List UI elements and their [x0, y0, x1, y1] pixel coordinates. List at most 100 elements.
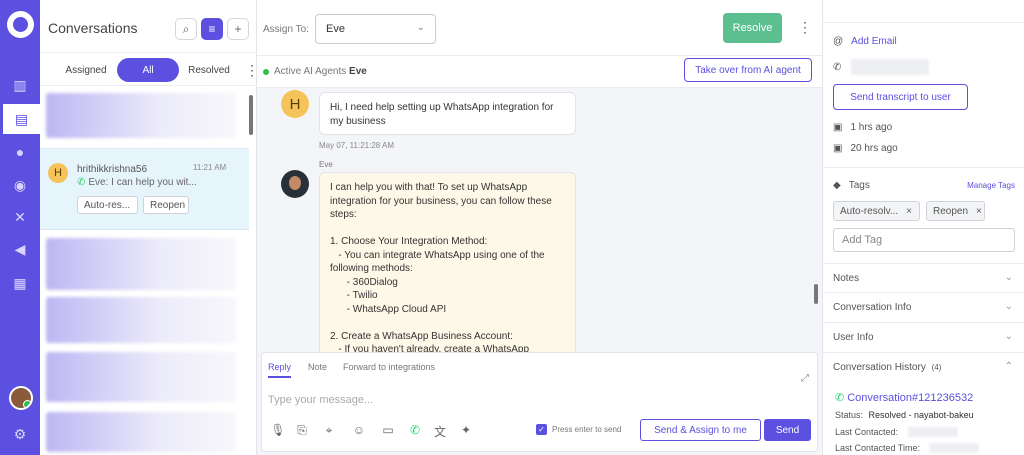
chevron-down-icon[interactable]: ⌄	[1005, 301, 1013, 312]
status-label: Status:	[835, 410, 864, 420]
list-item[interactable]	[46, 93, 236, 138]
conversation-info-section[interactable]: Conversation Info ⌄	[823, 292, 1024, 322]
section-title: User Info	[833, 332, 874, 343]
send-button[interactable]: Send	[764, 419, 811, 441]
assign-label: Assign To:	[263, 24, 309, 35]
close-icon[interactable]: ×	[976, 206, 982, 217]
at-icon: @	[833, 36, 844, 47]
notes-section[interactable]: Notes ⌄	[823, 263, 1024, 293]
status-dot	[263, 69, 269, 75]
chat-scrollbar[interactable]	[814, 284, 818, 304]
conversation-tabs: Assigned All Resolved ⋮	[40, 52, 259, 86]
emoji-icon[interactable]: ☺	[351, 423, 367, 437]
message-timestamp: May 07, 11:21:28 AM	[319, 141, 395, 150]
tag-icon: ◆	[833, 180, 841, 191]
active-agent-name: Eve	[349, 66, 367, 77]
history-count: (4)	[931, 363, 942, 372]
whatsapp-icon: ✆	[77, 177, 86, 188]
section-title: Conversation Info	[833, 302, 912, 313]
chevron-up-icon[interactable]: ⌃	[1005, 361, 1013, 372]
active-agents-label: Active AI Agents	[274, 66, 347, 77]
last-contacted-label: Last Contacted:	[835, 427, 899, 437]
tag-chip: Reopen ×	[926, 201, 985, 221]
tab-resolved[interactable]: Resolved	[181, 58, 237, 82]
user-info-section[interactable]: User Info ⌄	[823, 322, 1024, 352]
close-icon[interactable]: ×	[906, 206, 912, 217]
more-icon[interactable]: ⋮	[798, 19, 812, 36]
resolve-button[interactable]: Resolve	[723, 13, 782, 43]
list-item[interactable]	[46, 297, 236, 343]
message-preview: Eve: I can help you wit...	[88, 177, 197, 188]
avatar: H	[281, 90, 309, 118]
chat-header: Assign To: Eve ⌄ Resolve ⋮	[257, 0, 822, 56]
integrations-icon[interactable]: ✕	[11, 208, 29, 226]
page-title: Conversations	[48, 20, 138, 36]
microphone-icon[interactable]: 🎙	[270, 423, 286, 437]
list-item[interactable]	[46, 412, 236, 452]
last-contacted-value	[908, 427, 958, 437]
user-avatar[interactable]	[9, 386, 33, 410]
assignee-value: Eve	[326, 23, 345, 35]
list-scrollbar[interactable]	[249, 95, 253, 135]
conversation-list-panel: Conversations ⌕ ≡ + Assigned All Resolve…	[40, 0, 259, 455]
send-transcript-button[interactable]: Send transcript to user	[833, 84, 968, 110]
list-item[interactable]	[46, 352, 236, 402]
logo-icon[interactable]	[7, 11, 34, 38]
send-assign-button[interactable]: Send & Assign to me	[640, 419, 761, 441]
nav-rail: ▥ ▤ ● ◉ ✕ ◀ ▦ ⚙	[0, 0, 40, 455]
canned-response-icon[interactable]: ▭	[380, 423, 396, 437]
last-contacted-time-label: Last Contacted Time:	[835, 443, 921, 453]
expand-icon[interactable]: ⤢	[801, 373, 809, 384]
add-icon[interactable]: +	[227, 18, 249, 40]
add-email-link[interactable]: Add Email	[851, 36, 897, 47]
tab-note[interactable]: Note	[308, 362, 327, 372]
translate-icon[interactable]: 文	[432, 423, 448, 440]
user-message: Hi, I need help setting up WhatsApp inte…	[319, 92, 576, 135]
active-agents-bar: Active AI Agents Eve Take over from AI a…	[257, 56, 822, 88]
agent-avatar	[281, 170, 309, 198]
attachment-icon[interactable]: ⎘	[294, 423, 310, 438]
assignee-select[interactable]: Eve ⌄	[315, 14, 436, 44]
takeover-button[interactable]: Take over from AI agent	[684, 58, 812, 82]
phone-icon: ✆	[833, 62, 842, 73]
whatsapp-icon: ✆	[835, 392, 845, 404]
gear-icon[interactable]: ⚙	[11, 425, 29, 443]
tag-label: Auto-resolv...	[840, 205, 899, 217]
tab-forward[interactable]: Forward to integrations	[343, 362, 435, 372]
contacts-icon[interactable]: ●	[11, 143, 29, 161]
campaigns-icon[interactable]: ◀	[11, 240, 29, 258]
list-item-selected[interactable]: H hrithikkrishna56 11:21 AM ✆ Eve: I can…	[40, 148, 249, 230]
manage-tags-link[interactable]: Manage Tags	[967, 181, 1015, 190]
message-sender: Eve	[319, 160, 333, 169]
tab-all[interactable]: All	[117, 58, 179, 82]
last-seen-time: 20 hrs ago	[850, 143, 898, 154]
press-enter-checkbox[interactable]: ✓	[536, 424, 547, 435]
press-enter-label: Press enter to send	[552, 425, 622, 434]
location-icon[interactable]: ⌖	[321, 423, 337, 438]
filter-icon[interactable]: ≡	[201, 18, 223, 40]
list-item[interactable]	[46, 238, 236, 290]
agent-message: I can help you with that! To set up What…	[319, 172, 576, 357]
reports-icon[interactable]: ▥	[11, 76, 29, 94]
tab-assigned[interactable]: Assigned	[52, 58, 120, 82]
tags-title: Tags	[848, 180, 870, 191]
documents-icon[interactable]: ▦	[11, 274, 29, 292]
chevron-down-icon[interactable]: ⌄	[1005, 272, 1013, 283]
avatar: H	[48, 163, 68, 183]
message-input[interactable]: Type your message...	[268, 394, 373, 406]
conversation-history-section: Conversation History (4) ⌃ ✆ Conversatio…	[823, 352, 1024, 455]
conversation-link[interactable]: Conversation#121236532	[847, 392, 973, 404]
add-tag-input[interactable]: Add Tag	[833, 228, 1015, 252]
label-chip: Reopen	[143, 196, 189, 214]
tag-label: Reopen	[933, 205, 969, 217]
chevron-down-icon[interactable]: ⌄	[1005, 331, 1013, 342]
ai-assist-icon[interactable]: ✦	[458, 423, 474, 437]
tab-reply[interactable]: Reply	[268, 362, 292, 378]
message-composer: Reply Note Forward to integrations ⤢ Typ…	[261, 352, 818, 452]
whatsapp-icon[interactable]: ✆	[407, 423, 423, 437]
search-icon[interactable]: ⌕	[175, 18, 197, 40]
conversations-icon[interactable]: ▤	[0, 104, 40, 134]
chat-panel: Assign To: Eve ⌄ Resolve ⋮ Active AI Age…	[257, 0, 822, 455]
tag-chip: Auto-resolv... ×	[833, 201, 920, 221]
bot-icon[interactable]: ◉	[11, 176, 29, 194]
